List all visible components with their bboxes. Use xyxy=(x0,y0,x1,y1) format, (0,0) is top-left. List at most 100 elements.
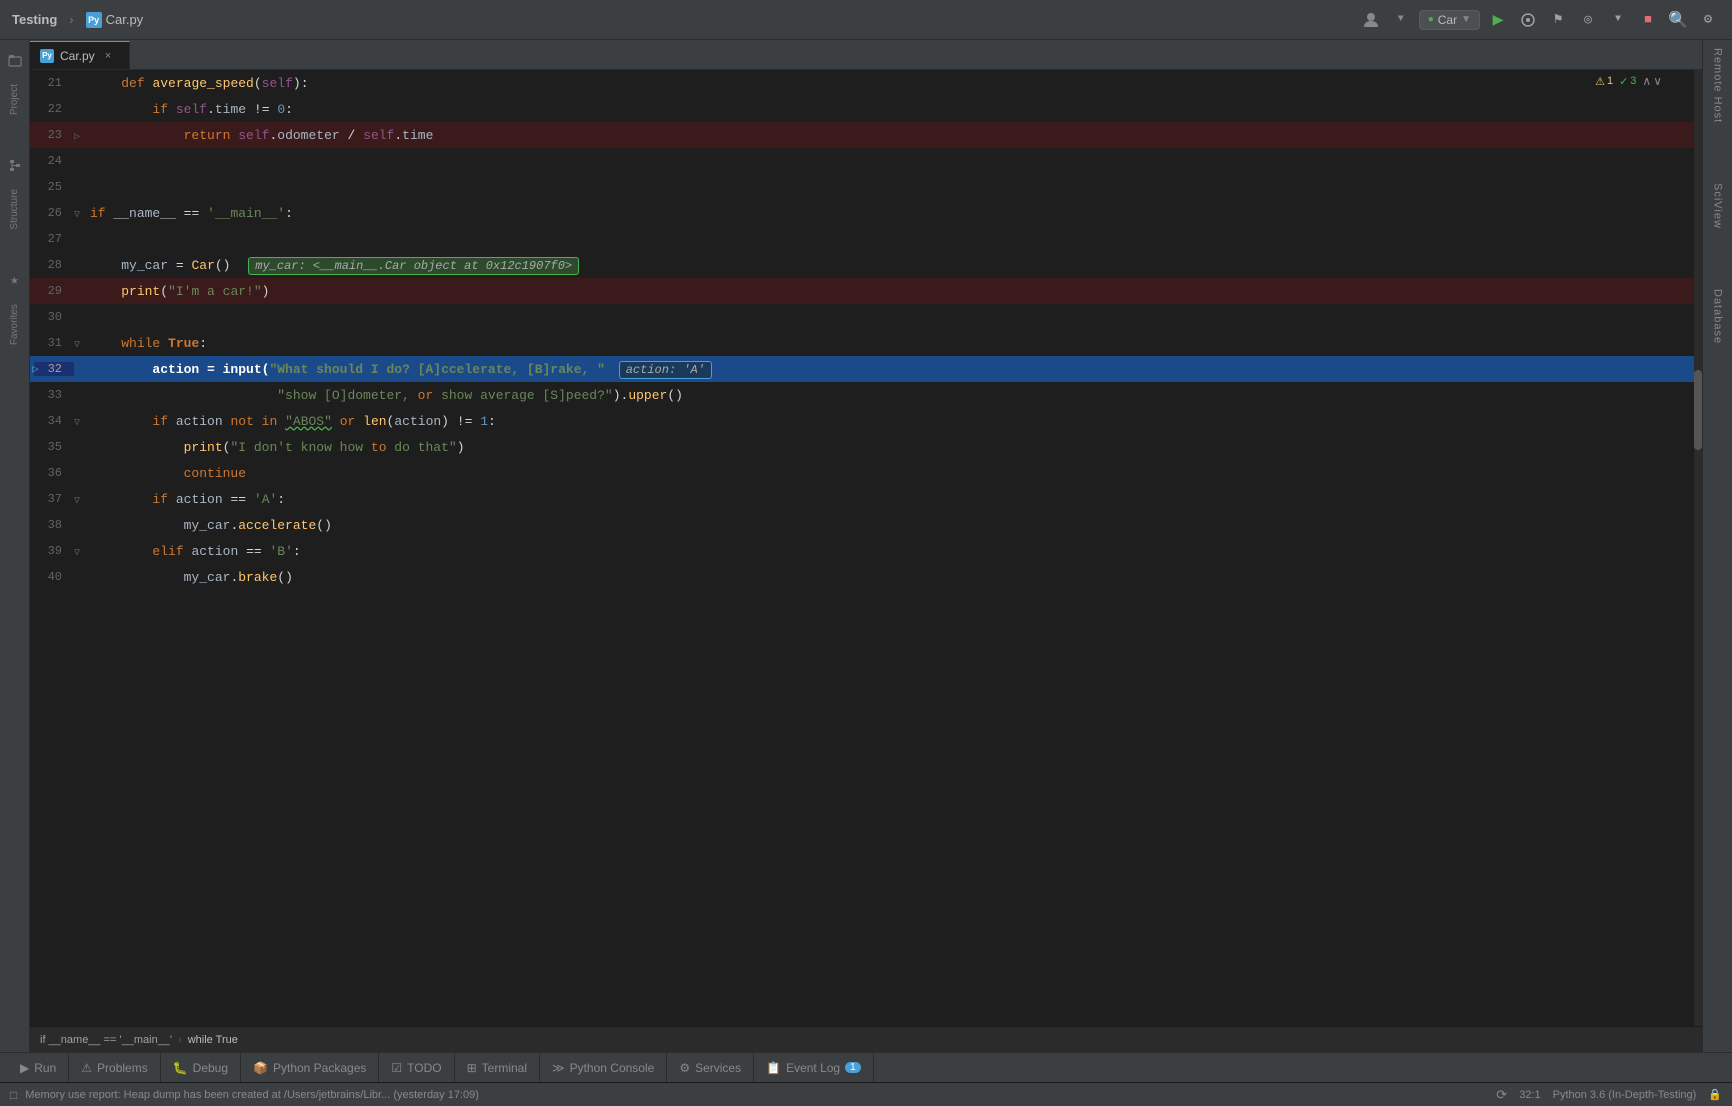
sidebar-item-favorites[interactable]: ★ xyxy=(2,268,28,294)
profile-icon[interactable]: ◎ xyxy=(1576,8,1600,32)
tab-python-packages[interactable]: 📦 Python Packages xyxy=(241,1053,379,1083)
table-row: ▶ 26 ▽ if __name__ == '__main__': xyxy=(30,200,1702,226)
tab-services[interactable]: ⚙ Services xyxy=(667,1053,754,1083)
scroll-track[interactable] xyxy=(1694,70,1702,1026)
sciview-label[interactable]: SciView xyxy=(1712,183,1724,229)
line-number: 28 xyxy=(34,258,74,272)
left-panel-icons: Project Structure ★ Favorites xyxy=(0,40,30,1052)
status-checkbox-icon: □ xyxy=(10,1088,17,1102)
line-number: 25 xyxy=(34,180,74,194)
tab-file-icon: Py xyxy=(40,49,54,63)
search-button[interactable]: 🔍 xyxy=(1666,8,1690,32)
tab-event-log[interactable]: 📋 Event Log 1 xyxy=(754,1053,874,1083)
eventlog-tab-label: Event Log xyxy=(786,1061,840,1075)
table-row: 30 xyxy=(30,304,1702,330)
status-sync-icon: ⟳ xyxy=(1496,1087,1507,1103)
current-line-indicator: ▷ xyxy=(32,362,39,376)
tab-problems[interactable]: ⚠ Problems xyxy=(69,1053,160,1083)
todo-tab-icon: ☑ xyxy=(391,1061,402,1075)
fold-icon[interactable]: ▽ xyxy=(74,340,80,351)
database-label[interactable]: Database xyxy=(1712,289,1724,344)
user-icon[interactable] xyxy=(1359,8,1383,32)
file-type-icon: Py xyxy=(86,12,102,28)
dropdown-icon[interactable]: ▼ xyxy=(1389,8,1413,32)
fold-icon[interactable]: ▽ xyxy=(74,210,80,221)
scroll-thumb[interactable] xyxy=(1694,370,1702,450)
event-log-badge: 1 xyxy=(845,1062,861,1073)
line-number: ▷ 32 xyxy=(34,362,74,376)
favorites-label[interactable]: Favorites xyxy=(9,304,20,345)
line-number: 36 xyxy=(34,466,74,480)
remote-host-label[interactable]: Remote Host xyxy=(1712,48,1724,123)
inline-value-hint: my_car: <__main__.Car object at 0x12c190… xyxy=(248,257,579,275)
services-tab-icon: ⚙ xyxy=(679,1061,690,1075)
line-number: 21 xyxy=(34,76,74,90)
table-row: 28 my_car = Car() my_car: <__main__.Car … xyxy=(30,252,1702,278)
status-position: 32:1 xyxy=(1519,1089,1540,1101)
project-title: Testing xyxy=(12,12,57,27)
fold-icon[interactable]: ▷ xyxy=(74,132,80,143)
fold-icon[interactable]: ▽ xyxy=(74,496,80,507)
top-bar: Testing › Py Car.py ▼ ● Car ▼ ▶ ⚑ ◎ ▼ ■ … xyxy=(0,0,1732,40)
run-config-dropdown[interactable]: ● Car ▼ xyxy=(1419,10,1480,30)
line-number: 23 xyxy=(34,128,74,142)
bottom-tabs-bar: ▶ Run ⚠ Problems 🐛 Debug 📦 Python Packag… xyxy=(0,1052,1732,1082)
code-content: "show [O]dometer, or show average [S]pee… xyxy=(90,388,1702,403)
top-bar-right: ▼ ● Car ▼ ▶ ⚑ ◎ ▼ ■ 🔍 ⚙ xyxy=(1359,8,1720,32)
tab-python-console[interactable]: ≫ Python Console xyxy=(540,1053,667,1083)
editor-area: Py Car.py × ⚠ 1 ✓ 3 ∧ ∨ xyxy=(30,40,1702,1052)
breadcrumb-item-main[interactable]: if __name__ == '__main__' xyxy=(40,1034,172,1046)
gutter-fold: ▽ xyxy=(74,492,90,507)
code-lines: 21 def average_speed(self): 22 if self.t… xyxy=(30,70,1702,1026)
table-row: 38 my_car.accelerate() xyxy=(30,512,1702,538)
table-row: 21 def average_speed(self): xyxy=(30,70,1702,96)
structure-label[interactable]: Structure xyxy=(9,189,20,230)
code-content: elif action == 'B': xyxy=(90,544,1702,559)
breadcrumb-separator: › xyxy=(69,12,73,27)
gutter-fold: ▽ xyxy=(74,336,90,351)
debug-icon[interactable] xyxy=(1516,8,1540,32)
tab-close-button[interactable]: × xyxy=(105,50,111,62)
table-row: ▷ 32 action = input("What should I do? [… xyxy=(30,356,1702,382)
tab-debug[interactable]: 🐛 Debug xyxy=(161,1053,241,1083)
run-button[interactable]: ▶ xyxy=(1486,8,1510,32)
status-python-version: Python 3.6 (In-Depth-Testing) xyxy=(1553,1089,1697,1101)
table-row: 31 ▽ while True: xyxy=(30,330,1702,356)
file-tab[interactable]: Py Car.py × xyxy=(30,41,130,69)
gutter-fold: ▽ xyxy=(74,206,90,221)
stop-button[interactable]: ■ xyxy=(1636,8,1660,32)
line-number: 27 xyxy=(34,232,74,246)
sidebar-item-project[interactable] xyxy=(2,48,28,74)
code-content: if action == 'A': xyxy=(90,492,1702,507)
table-row: 33 "show [O]dometer, or show average [S]… xyxy=(30,382,1702,408)
more-run-icon[interactable]: ▼ xyxy=(1606,8,1630,32)
tab-run[interactable]: ▶ Run xyxy=(8,1053,69,1083)
fold-icon[interactable]: ▽ xyxy=(74,418,80,429)
table-row: 29 print("I'm a car!") xyxy=(30,278,1702,304)
gutter-fold: ▽ xyxy=(74,544,90,559)
coverage-icon[interactable]: ⚑ xyxy=(1546,8,1570,32)
status-lock-icon: 🔒 xyxy=(1708,1088,1722,1101)
line-number: 40 xyxy=(34,570,74,584)
line-number: 24 xyxy=(34,154,74,168)
packages-tab-label: Python Packages xyxy=(273,1061,366,1075)
fold-icon[interactable]: ▽ xyxy=(74,548,80,559)
settings-button[interactable]: ⚙ xyxy=(1696,8,1720,32)
code-area[interactable]: ⚠ 1 ✓ 3 ∧ ∨ 21 def average_speed(sel xyxy=(30,70,1702,1026)
tab-terminal[interactable]: ⊞ Terminal xyxy=(455,1053,540,1083)
status-bar: □ Memory use report: Heap dump has been … xyxy=(0,1082,1732,1106)
line-number: ▶ 26 xyxy=(34,206,74,220)
sidebar-item-structure[interactable] xyxy=(2,153,28,179)
tab-todo[interactable]: ☑ TODO xyxy=(379,1053,454,1083)
code-content: if self.time != 0: xyxy=(90,102,1702,117)
problems-tab-icon: ⚠ xyxy=(81,1061,92,1075)
table-row: 23 ▷ return self.odometer / self.time xyxy=(30,122,1702,148)
table-row: 27 xyxy=(30,226,1702,252)
table-row: 25 xyxy=(30,174,1702,200)
run-tab-label: Run xyxy=(34,1061,56,1075)
project-label[interactable]: Project xyxy=(9,84,20,115)
eventlog-tab-icon: 📋 xyxy=(766,1061,781,1075)
table-row: 34 ▽ if action not in "ABOS" or len(acti… xyxy=(30,408,1702,434)
breadcrumb-item-while[interactable]: while True xyxy=(188,1034,238,1046)
problems-tab-label: Problems xyxy=(97,1061,148,1075)
